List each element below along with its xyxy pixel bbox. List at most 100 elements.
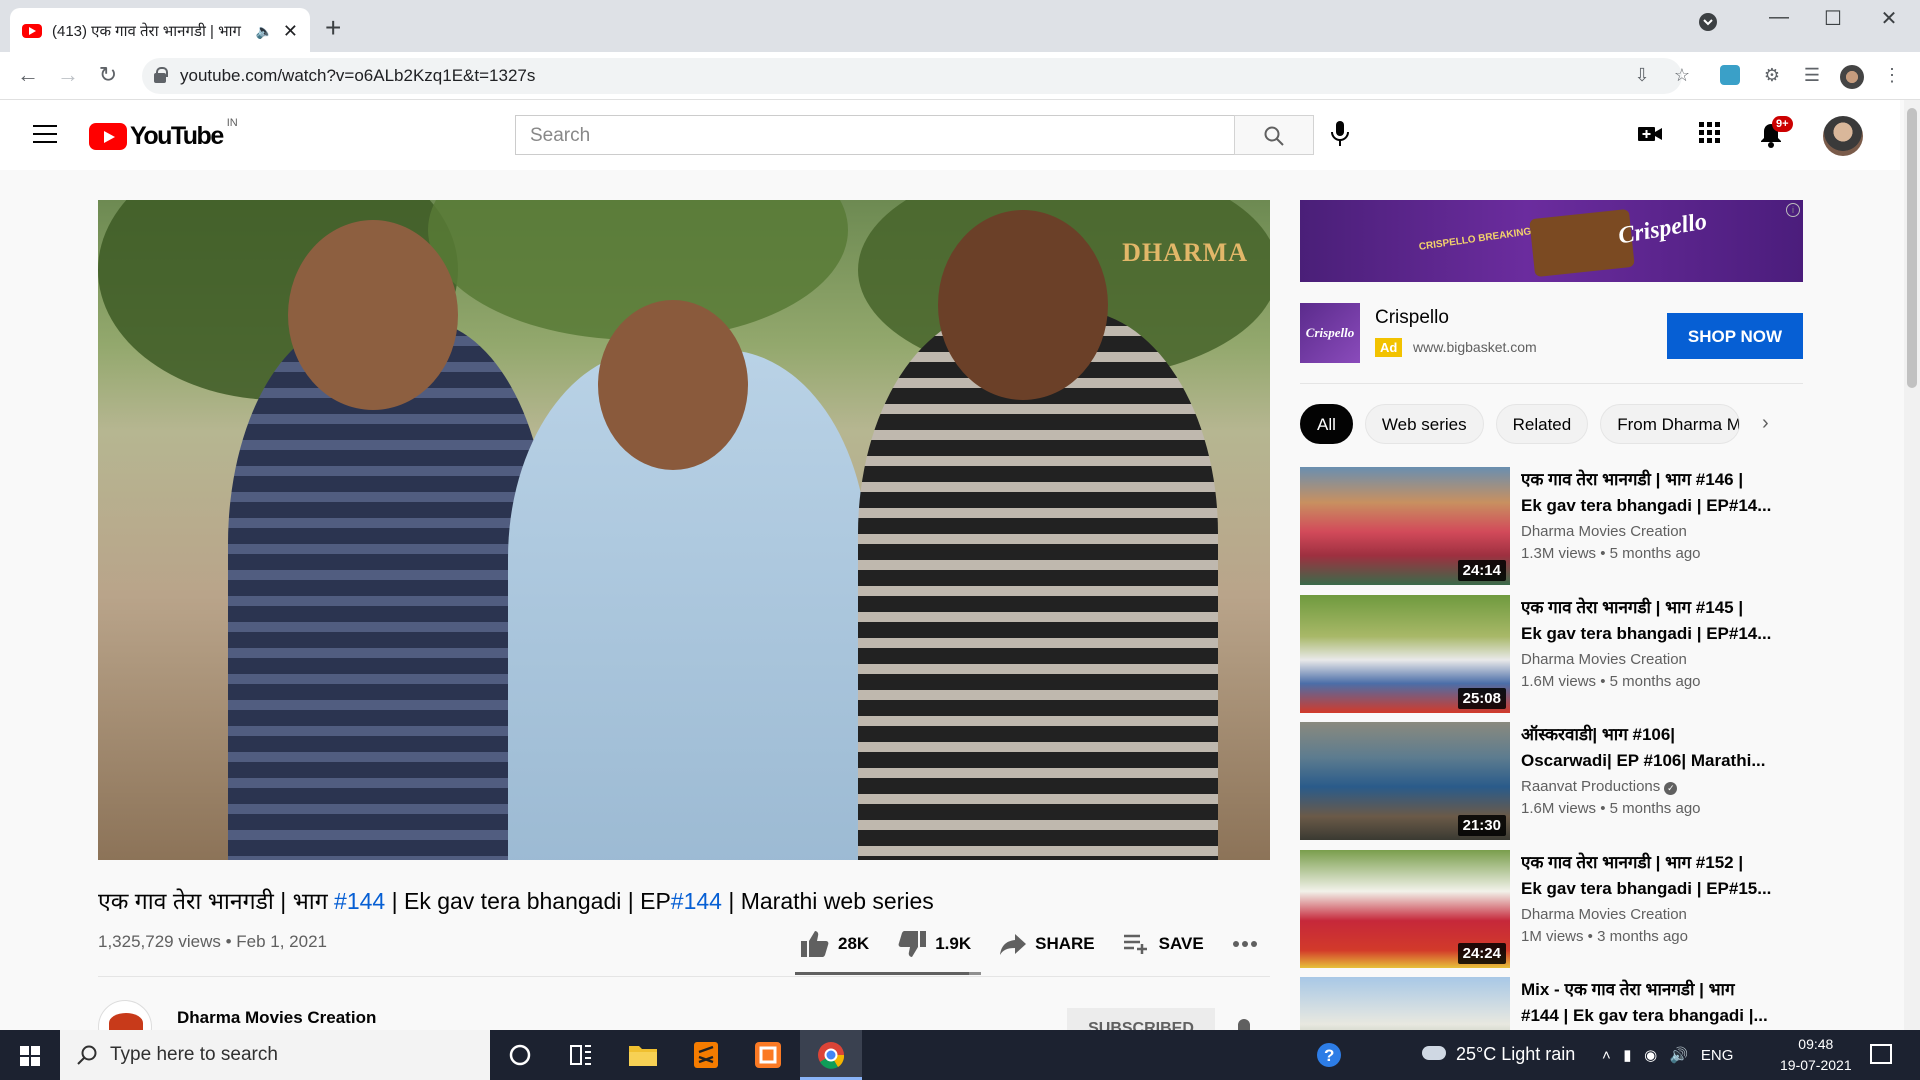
hashtag-link[interactable]: #144 (671, 888, 722, 914)
video-thumbnail[interactable] (1300, 977, 1510, 1030)
chip-from-channel[interactable]: From Dharma M (1600, 404, 1741, 444)
sublime-text-icon[interactable] (690, 1040, 722, 1070)
ad-banner-image[interactable]: CRISPELLO BREAKING EQUAL SHARING Crispel… (1300, 200, 1803, 282)
profile-avatar-icon[interactable] (1840, 65, 1864, 89)
like-button[interactable]: 28K (800, 930, 869, 958)
channel-name[interactable]: Dharma Movies Creation (177, 1008, 376, 1028)
recommendation-item[interactable]: Mix - एक गाव तेरा भानगडी | भाग #144 | Ek … (1300, 977, 1800, 1030)
tab-title: (413) एक गाव तेरा भानगडी | भाग (52, 23, 241, 40)
chip-web-series[interactable]: Web series (1364, 404, 1484, 444)
chevron-up-icon[interactable]: ˄ (1602, 1047, 1611, 1064)
volume-icon[interactable]: 🔊 (1670, 1047, 1689, 1064)
share-button[interactable]: SHARE (999, 932, 1095, 956)
taskbar-search-input[interactable]: Type here to search (60, 1030, 490, 1080)
dislike-button[interactable]: 1.9K (897, 930, 971, 958)
battery-icon[interactable]: ▮ (1623, 1047, 1631, 1064)
speaker-icon[interactable]: 🔈 (255, 23, 272, 40)
bookmark-star-icon[interactable]: ☆ (1670, 65, 1694, 89)
chrome-icon (818, 1042, 845, 1069)
menu-icon[interactable] (33, 125, 57, 149)
recommendation-item[interactable]: 24:24 एक गाव तेरा भानगडी | भाग #152 | Ek … (1300, 850, 1800, 968)
youtube-favicon-icon (22, 24, 42, 38)
recommendation-title[interactable]: एक गाव तेरा भानगडी | भाग #145 | Ek gav te… (1521, 595, 1791, 647)
recommendation-title[interactable]: एक गाव तेरा भानगडी | भाग #146 | Ek gav te… (1521, 467, 1791, 519)
chip-all[interactable]: All (1300, 404, 1353, 444)
more-actions-icon[interactable] (1232, 940, 1266, 948)
clock[interactable]: 09:48 19-07-2021 (1780, 1034, 1852, 1076)
hashtag-link[interactable]: #144 (334, 888, 385, 914)
extension-icon[interactable] (1720, 65, 1740, 85)
close-tab-icon[interactable]: ✕ (283, 21, 298, 42)
apps-grid-icon[interactable] (1699, 122, 1721, 144)
cortana-icon[interactable] (504, 1040, 536, 1070)
chip-related[interactable]: Related (1495, 404, 1589, 444)
recommendation-title[interactable]: एक गाव तेरा भानगडी | भाग #152 | Ek gav te… (1521, 850, 1791, 902)
recommendation-channel[interactable]: Raanvat Productions ✓ (1521, 778, 1678, 795)
voice-search-icon[interactable] (1330, 120, 1350, 148)
search-icon (77, 1045, 97, 1065)
weather-widget[interactable]: 25°C Light rain (1422, 1044, 1575, 1065)
browser-menu-icon[interactable]: ⋮ (1880, 65, 1904, 89)
recommendation-channel[interactable]: Dharma Movies Creation (1521, 523, 1687, 540)
action-center-icon[interactable] (1870, 1044, 1892, 1064)
maximize-button[interactable]: ☐ (1810, 6, 1856, 36)
video-player[interactable]: DHARMA (98, 200, 1270, 860)
recommendation-title[interactable]: Mix - एक गाव तेरा भानगडी | भाग #144 | Ek … (1521, 977, 1791, 1029)
back-icon[interactable]: ← (14, 62, 42, 88)
file-explorer-icon[interactable] (627, 1040, 659, 1070)
thumbs-down-icon (898, 931, 927, 957)
ad-title[interactable]: Crispello (1375, 307, 1449, 329)
recommendation-channel[interactable]: Dharma Movies Creation (1521, 906, 1687, 923)
install-app-icon[interactable]: ⇩ (1630, 65, 1654, 89)
help-icon[interactable]: ? (1313, 1040, 1345, 1070)
close-window-button[interactable]: ✕ (1866, 6, 1912, 36)
like-ratio-fill (795, 972, 970, 975)
search-button[interactable] (1234, 115, 1314, 155)
reload-icon[interactable]: ↻ (94, 62, 122, 88)
xampp-icon[interactable] (752, 1040, 784, 1070)
video-thumbnail[interactable]: 24:14 (1300, 467, 1510, 585)
windows-start-icon[interactable] (20, 1046, 40, 1066)
video-duration: 21:30 (1457, 815, 1506, 836)
chevron-right-icon[interactable]: › (1762, 412, 1769, 435)
video-title: एक गाव तेरा भानगडी | भाग #144 | Ek gav t… (98, 884, 934, 916)
ad-info-icon[interactable]: i (1786, 203, 1800, 217)
ad-logo[interactable]: Crispello (1300, 303, 1360, 363)
scrollbar-thumb[interactable] (1907, 108, 1917, 388)
tab-search-icon[interactable] (1698, 12, 1744, 42)
recommendation-item[interactable]: 25:08 एक गाव तेरा भानगडी | भाग #145 | Ek … (1300, 595, 1800, 713)
recommendation-item[interactable]: 24:14 एक गाव तेरा भानगडी | भाग #146 | Ek … (1300, 467, 1800, 585)
extensions-puzzle-icon[interactable]: ⚙ (1760, 65, 1784, 89)
video-thumbnail[interactable]: 21:30 (1300, 722, 1510, 840)
youtube-logo[interactable]: YouTube IN (89, 117, 238, 151)
system-tray: ˄ ▮ ◉ 🔊 ENG (1602, 1046, 1733, 1064)
wifi-icon[interactable]: ◉ (1644, 1047, 1657, 1064)
recommendation-meta: 1.6M views • 5 months ago (1521, 673, 1701, 690)
media-control-icon[interactable]: ☰ (1800, 65, 1824, 89)
browser-tab[interactable]: (413) एक गाव तेरा भानगडी | भाग 🔈 ✕ (10, 8, 310, 54)
video-thumbnail[interactable]: 24:24 (1300, 850, 1510, 968)
recommendation-meta: 1.6M views • 5 months ago (1521, 800, 1701, 817)
page-scrollbar[interactable] (1904, 100, 1920, 1030)
recommendation-item[interactable]: 21:30 ऑस्करवाडी| भाग #106| Oscarwadi| EP … (1300, 722, 1800, 840)
views-and-date: 1,325,729 views • Feb 1, 2021 (98, 932, 327, 951)
language-indicator[interactable]: ENG (1701, 1047, 1734, 1064)
create-video-icon[interactable] (1637, 122, 1663, 146)
video-watermark: DHARMA (1122, 238, 1248, 267)
address-bar[interactable]: youtube.com/watch?v=o6ALb2Kzq1E&t=1327s (142, 58, 1682, 94)
windows-taskbar: Type here to search ? 25°C Light rain ˄ … (0, 1030, 1920, 1080)
recommendation-channel[interactable]: Dharma Movies Creation (1521, 651, 1687, 668)
sidebar-divider (1300, 383, 1803, 384)
shop-now-button[interactable]: SHOP NOW (1667, 313, 1803, 359)
search-input[interactable]: Search (515, 115, 1235, 155)
save-button[interactable]: SAVE (1123, 933, 1204, 955)
account-avatar[interactable] (1823, 116, 1863, 156)
forward-icon[interactable]: → (54, 62, 82, 88)
new-tab-button[interactable]: + (325, 12, 341, 44)
ad-banner-brand: Crispello (1616, 208, 1709, 250)
video-thumbnail[interactable]: 25:08 (1300, 595, 1510, 713)
task-view-icon[interactable] (565, 1040, 597, 1070)
recommendation-title[interactable]: ऑस्करवाडी| भाग #106| Oscarwadi| EP #106| … (1521, 722, 1791, 774)
chrome-taskbar-button[interactable] (800, 1030, 862, 1080)
minimize-button[interactable]: — (1756, 6, 1802, 36)
